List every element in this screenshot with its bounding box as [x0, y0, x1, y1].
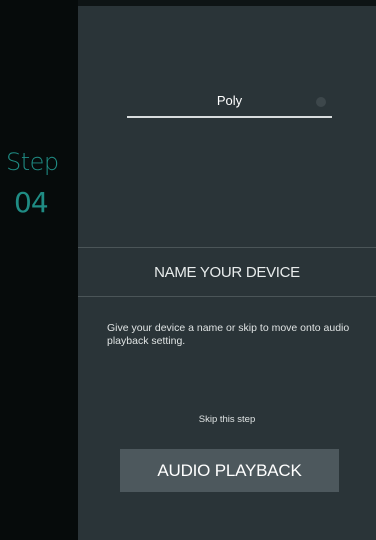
divider: [78, 296, 376, 297]
audio-playback-button[interactable]: AUDIO PLAYBACK: [120, 449, 339, 492]
step-sidebar: Step 04: [0, 0, 78, 540]
step-number: 04: [14, 186, 49, 219]
step-label: Step: [6, 148, 59, 176]
device-name-input[interactable]: Poly: [127, 86, 332, 118]
input-underline: [127, 116, 332, 118]
device-name-value[interactable]: Poly: [127, 93, 332, 108]
skip-step-link[interactable]: Skip this step: [78, 414, 376, 425]
description-text: Give your device a name or skip to move …: [107, 322, 350, 347]
divider: [78, 247, 376, 248]
clear-dot-icon[interactable]: [316, 97, 326, 107]
section-title: NAME YOUR DEVICE: [154, 264, 300, 281]
